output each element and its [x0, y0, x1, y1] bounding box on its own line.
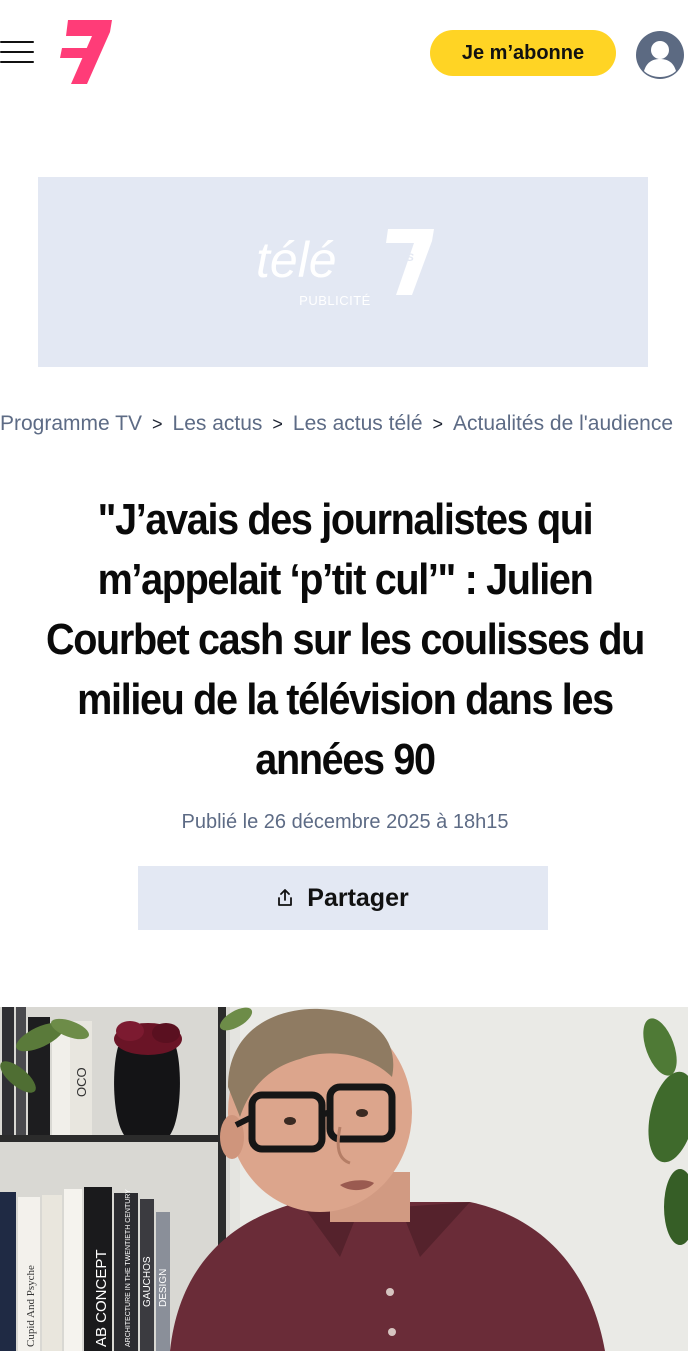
breadcrumb-separator: >: [432, 414, 444, 434]
page: Je m’abonne télé JOURS PUBLICITÉ Program…: [0, 0, 690, 1351]
book-spine-text: GAUCHOS: [142, 1256, 153, 1307]
tele7-logo[interactable]: [60, 18, 114, 86]
hero-photo: OCO AB CONCEPT Cupid And Psyche ARCHITEC…: [0, 1007, 688, 1351]
ad-logo-text: télé: [256, 232, 337, 288]
ad-logo-jours: JOURS: [376, 252, 415, 264]
article-title: "J’avais des journalistes qui m’appelait…: [45, 495, 645, 784]
breadcrumb-programme-tv[interactable]: Programme TV: [0, 412, 142, 435]
book-spine-text: AB CONCEPT: [93, 1249, 110, 1347]
article-hero-image: OCO AB CONCEPT Cupid And Psyche ARCHITEC…: [0, 1007, 688, 1351]
book-spine-text: Cupid And Psyche: [25, 1265, 37, 1347]
breadcrumb-actualites-audience[interactable]: Actualités de l'audience: [453, 412, 673, 435]
hamburger-menu-icon[interactable]: [0, 38, 36, 66]
breadcrumb-separator: >: [272, 414, 283, 434]
site-header: Je m’abonne: [0, 0, 690, 105]
user-avatar-icon[interactable]: [636, 31, 684, 79]
book-spine-text: OCO: [74, 1067, 89, 1097]
breadcrumb-separator: >: [152, 414, 163, 434]
book-spine-text: ARCHITECTURE IN THE TWENTIETH CENTURY: [125, 1189, 132, 1347]
subscribe-button[interactable]: Je m’abonne: [430, 30, 616, 76]
ad-caption: PUBLICITÉ: [299, 293, 371, 308]
advertisement-banner[interactable]: télé JOURS PUBLICITÉ: [38, 177, 648, 367]
book-spine-text: DESIGN: [158, 1269, 169, 1307]
publication-date: Publié le 26 décembre 2025 à 18h15: [181, 811, 509, 833]
breadcrumb-les-actus[interactable]: Les actus: [173, 412, 263, 435]
share-button[interactable]: Partager: [138, 866, 548, 930]
breadcrumb-les-actus-tele[interactable]: Les actus télé: [293, 412, 423, 435]
share-label: Partager: [307, 883, 409, 912]
breadcrumb: Programme TV > Les actus > Les actus télé > Ac…: [0, 412, 690, 444]
share-upload-icon: [278, 889, 293, 906]
